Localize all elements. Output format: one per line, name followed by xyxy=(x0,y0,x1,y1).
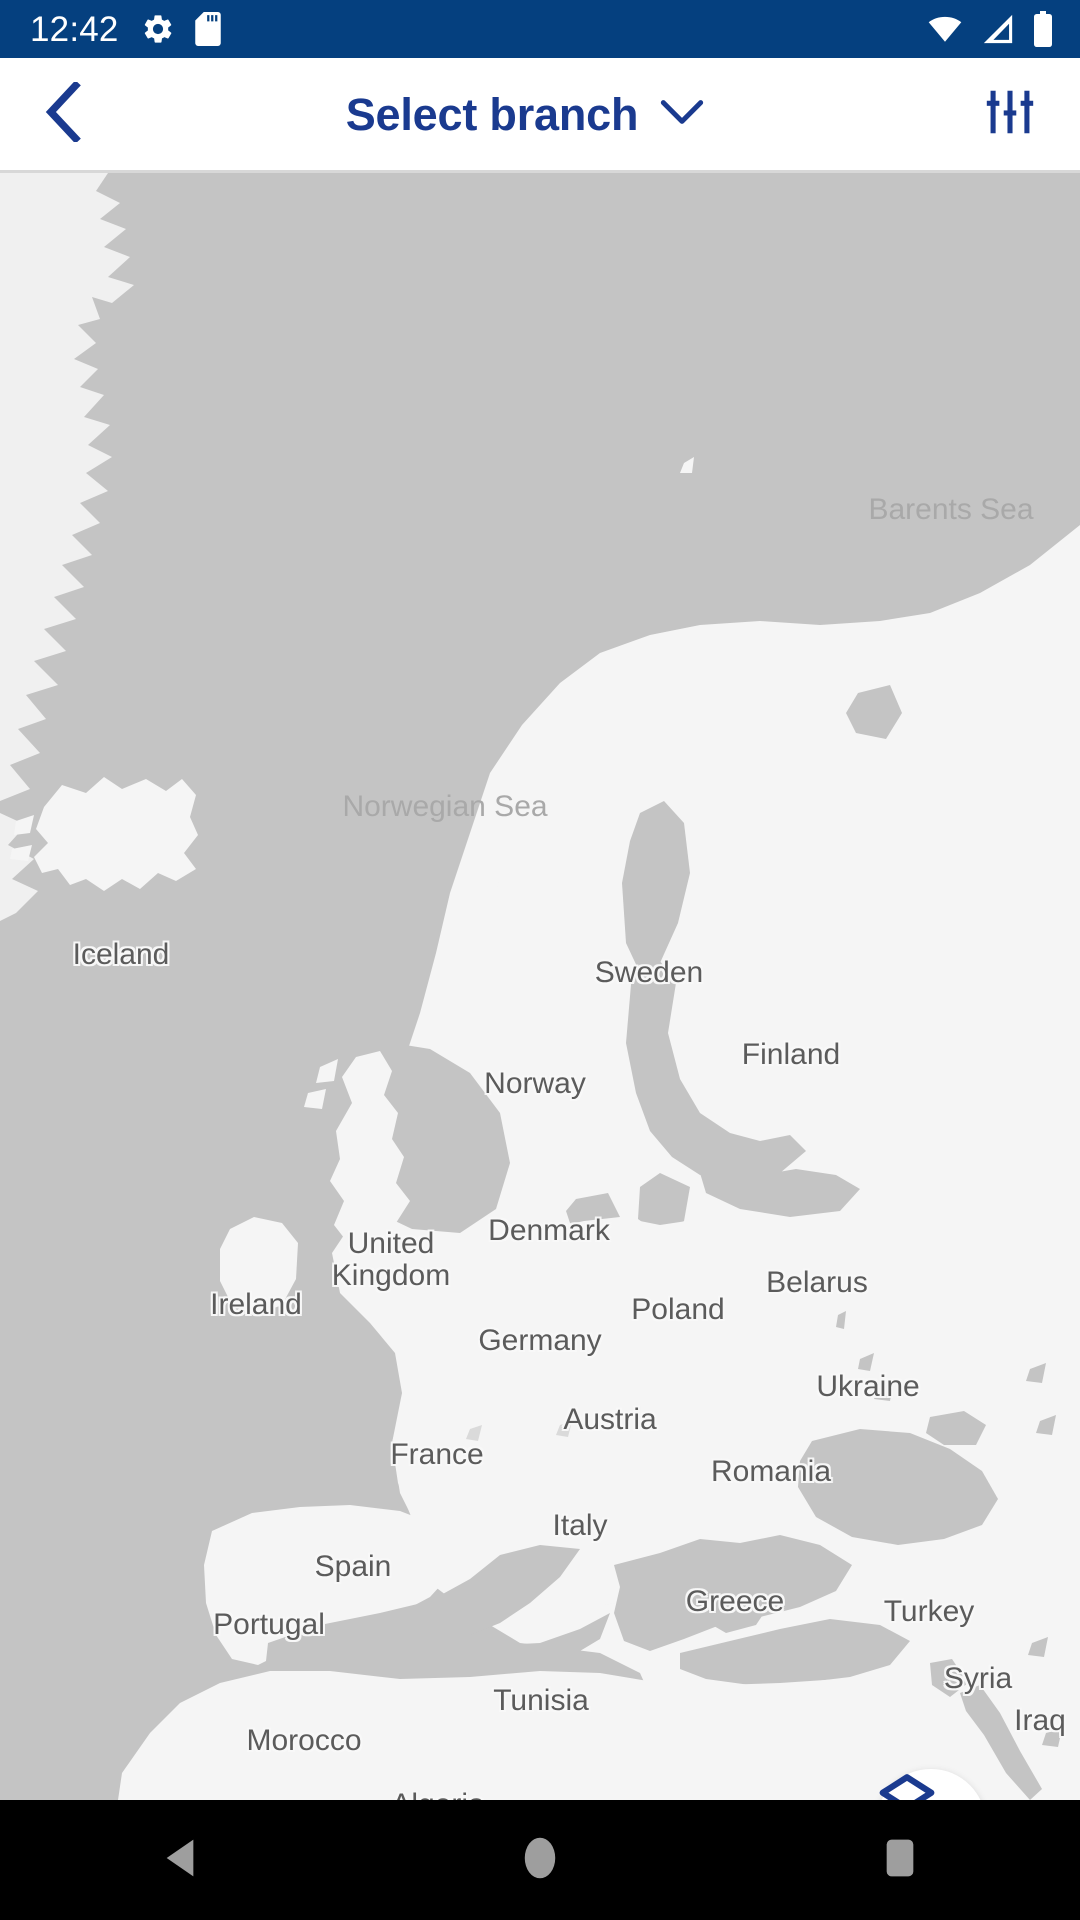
wifi-icon xyxy=(926,12,964,46)
map-geometry xyxy=(0,173,1080,1800)
page-title: Select branch xyxy=(345,88,639,140)
recents-nav-button[interactable] xyxy=(720,1800,1080,1920)
status-bar-notification-icons xyxy=(141,12,223,46)
app-bar: Select branch xyxy=(0,58,1080,170)
status-bar-clock: 12:42 xyxy=(30,9,119,49)
chevron-down-icon xyxy=(660,98,704,131)
back-nav-button[interactable] xyxy=(0,1800,360,1920)
home-nav-button[interactable] xyxy=(360,1800,720,1920)
circle-home-icon xyxy=(523,1836,557,1885)
status-bar-system-icons xyxy=(926,11,1054,47)
chevron-left-icon xyxy=(43,79,87,147)
square-recents-icon xyxy=(885,1838,915,1883)
sd-card-icon xyxy=(193,12,223,46)
settings-gear-icon xyxy=(141,12,175,46)
status-bar: 12:42 xyxy=(0,0,1080,58)
cellular-signal-icon xyxy=(980,12,1016,46)
triangle-back-icon xyxy=(163,1838,197,1883)
phone-screen: 12:42 Select branch Barents Sea Norwegia… xyxy=(0,0,1080,1920)
map-canvas[interactable]: Barents Sea Norwegian Sea Iceland Sweden… xyxy=(0,173,1080,1800)
filter-button[interactable] xyxy=(940,58,1080,170)
android-nav-bar xyxy=(0,1800,1080,1920)
battery-icon xyxy=(1032,11,1054,47)
branch-selector[interactable]: Select branch xyxy=(110,92,940,137)
tune-sliders-icon xyxy=(981,83,1039,146)
